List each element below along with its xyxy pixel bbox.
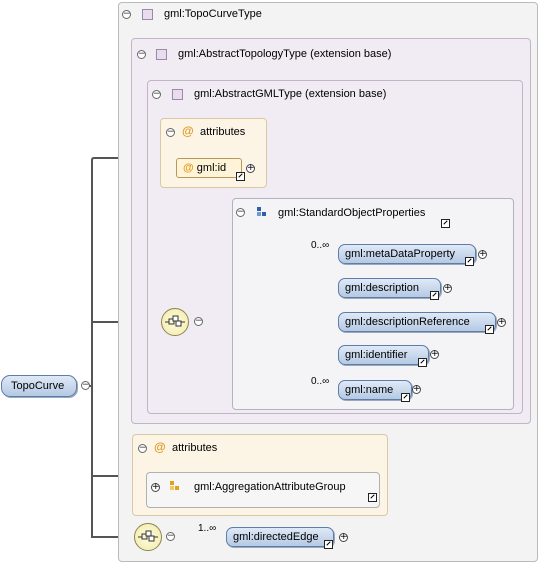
link-arrow-icon[interactable] — [441, 219, 450, 228]
expand-icon[interactable]: + — [478, 250, 487, 259]
complex-type-icon — [156, 49, 167, 60]
link-arrow-icon[interactable] — [418, 358, 427, 367]
sequence-compositor-icon[interactable] — [134, 523, 162, 551]
complex-type-icon — [142, 9, 153, 20]
collapse-icon[interactable]: − — [194, 317, 203, 326]
link-arrow-icon[interactable] — [368, 493, 377, 502]
standard-object-properties-panel — [232, 198, 514, 410]
collapse-icon[interactable]: − — [152, 90, 161, 99]
link-arrow-icon[interactable] — [485, 325, 494, 334]
gml-id-label: gml:id — [196, 162, 227, 174]
directed-edge-cardinality: 1..∞ — [198, 523, 217, 534]
expand-icon[interactable]: + — [246, 164, 255, 173]
topo-curve-type-title: gml:TopoCurveType — [164, 8, 262, 20]
collapse-icon[interactable]: − — [236, 208, 245, 217]
sequence-compositor-icon[interactable] — [161, 308, 189, 336]
collapse-icon[interactable]: − — [138, 444, 147, 453]
abstract-gml-title: gml:AbstractGMLType (extension base) — [194, 88, 387, 100]
metadata-property-element[interactable]: gml:metaDataProperty — [338, 244, 476, 264]
description-element[interactable]: gml:description — [338, 278, 441, 298]
attribute-icon: @ — [183, 162, 194, 174]
expand-icon[interactable]: + — [151, 483, 160, 492]
attribute-icon: @ — [154, 440, 166, 454]
attributes-title: attributes — [200, 126, 246, 138]
expand-icon[interactable]: + — [430, 350, 439, 359]
collapse-icon[interactable]: − — [122, 10, 131, 19]
collapse-icon[interactable]: − — [166, 128, 175, 137]
directed-edge-element[interactable]: gml:directedEdge — [226, 527, 334, 547]
complex-type-icon — [172, 89, 183, 100]
identifier-element[interactable]: gml:identifier — [338, 345, 429, 365]
link-arrow-icon[interactable] — [236, 172, 245, 181]
attribute-icon: @ — [182, 124, 194, 138]
expand-icon[interactable]: + — [497, 318, 506, 327]
link-arrow-icon[interactable] — [324, 540, 333, 549]
topo-curve-root-element[interactable]: TopoCurve — [1, 375, 77, 397]
expand-icon[interactable]: + — [412, 385, 421, 394]
name-cardinality: 0..∞ — [311, 376, 330, 387]
aggregation-group-label: gml:AggregationAttributeGroup — [194, 481, 346, 493]
link-arrow-icon[interactable] — [465, 257, 474, 266]
expand-icon[interactable]: + — [443, 284, 452, 293]
standard-object-properties-title: gml:StandardObjectProperties — [278, 207, 426, 219]
abstract-topology-title: gml:AbstractTopologyType (extension base… — [178, 48, 392, 60]
collapse-icon[interactable]: − — [166, 532, 175, 541]
aggregation-attributes-title: attributes — [172, 442, 218, 454]
link-arrow-icon[interactable] — [430, 291, 439, 300]
collapse-icon[interactable]: − — [81, 381, 90, 390]
description-reference-element[interactable]: gml:descriptionReference — [338, 312, 496, 332]
collapse-icon[interactable]: − — [137, 50, 146, 59]
expand-icon[interactable]: + — [339, 533, 348, 542]
metadata-cardinality: 0..∞ — [311, 240, 330, 251]
gml-id-attribute[interactable]: @ gml:id — [176, 158, 242, 178]
link-arrow-icon[interactable] — [401, 393, 410, 402]
